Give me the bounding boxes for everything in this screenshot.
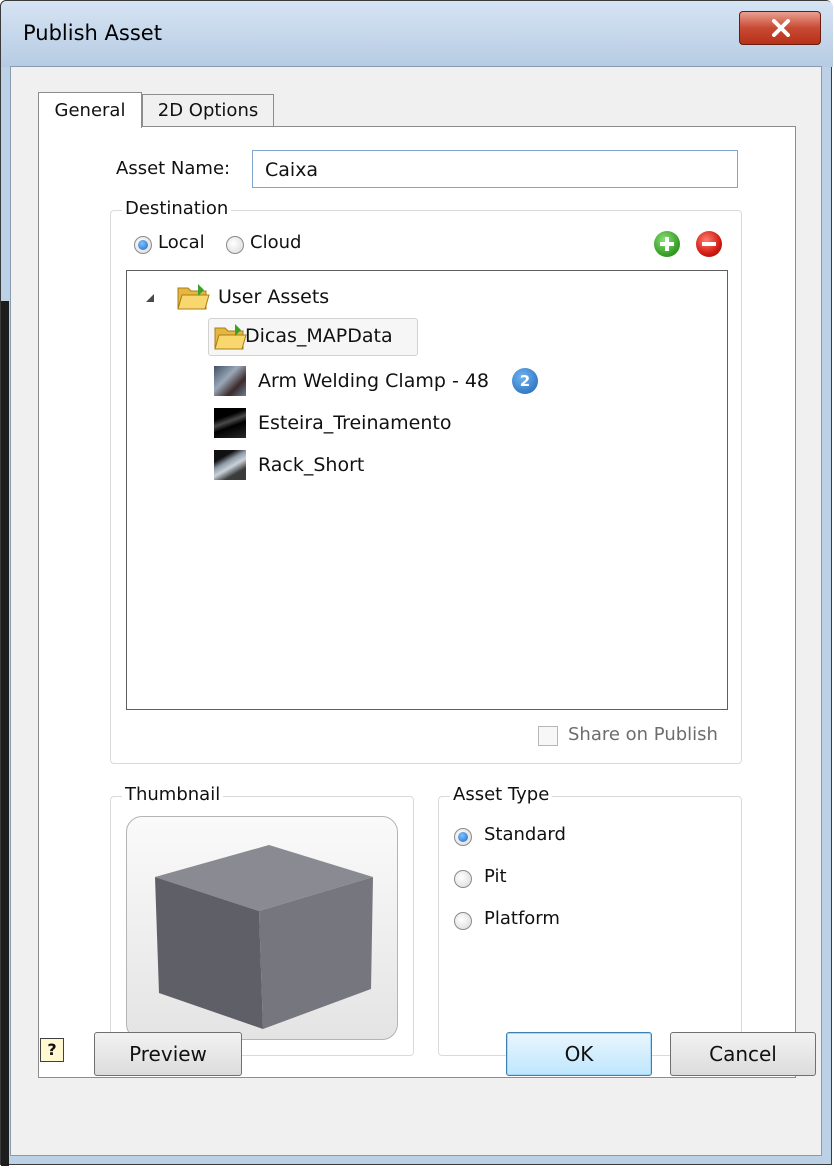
tree-item-label: Arm Welding Clamp - 48 <box>258 370 490 392</box>
tree-item-label: Esteira_Treinamento <box>258 412 452 434</box>
destination-legend: Destination <box>122 198 232 219</box>
asset-thumbnail-icon <box>214 366 246 396</box>
thumbnail-legend: Thumbnail <box>122 784 224 805</box>
cube-icon <box>155 845 373 1029</box>
thumbnail-image[interactable] <box>126 816 398 1040</box>
pit-label[interactable]: Pit <box>484 866 507 887</box>
panel-content: Asset Name: Caixa Destination Local Clou… <box>0 0 834 1169</box>
tree-item-arm-welding-clamp[interactable]: Arm Welding Clamp - 48 2 <box>214 364 544 402</box>
share-on-publish-checkbox[interactable] <box>538 726 558 746</box>
tree-item-esteira-treinamento[interactable]: Esteira_Treinamento <box>214 406 514 444</box>
local-radio[interactable] <box>134 236 152 254</box>
local-label[interactable]: Local <box>158 232 205 253</box>
tree-item-label: Rack_Short <box>258 454 365 476</box>
standard-label[interactable]: Standard <box>484 824 566 845</box>
collapse-triangle-icon[interactable] <box>144 292 156 304</box>
tree-item-label: Dicas_MAPData <box>245 325 393 347</box>
cancel-button[interactable]: Cancel <box>670 1032 816 1076</box>
tree-root-label: User Assets <box>218 286 330 308</box>
pit-radio[interactable] <box>454 870 472 888</box>
standard-radio[interactable] <box>454 828 472 846</box>
cloud-radio[interactable] <box>226 236 244 254</box>
remove-location-icon[interactable] <box>696 231 722 257</box>
cloud-label[interactable]: Cloud <box>250 232 301 253</box>
asset-thumbnail-icon <box>214 450 246 480</box>
tree-item-rack-short[interactable]: Rack_Short <box>214 448 514 486</box>
asset-name-label: Asset Name: <box>116 158 231 179</box>
add-location-icon[interactable] <box>654 231 680 257</box>
folder-icon <box>177 284 210 310</box>
asset-type-legend: Asset Type <box>450 784 553 805</box>
platform-label[interactable]: Platform <box>484 908 560 929</box>
version-badge-icon: 2 <box>512 368 538 394</box>
share-on-publish-label[interactable]: Share on Publish <box>568 724 718 745</box>
platform-radio[interactable] <box>454 912 472 930</box>
tree-item-dicas-mapdata[interactable]: Dicas_MAPData <box>208 318 418 356</box>
folder-icon <box>214 324 247 350</box>
preview-button[interactable]: Preview <box>94 1032 242 1076</box>
help-icon[interactable]: ? <box>40 1038 64 1062</box>
asset-thumbnail-icon <box>214 408 246 438</box>
asset-name-input[interactable]: Caixa <box>252 150 738 188</box>
ok-button[interactable]: OK <box>506 1032 652 1076</box>
